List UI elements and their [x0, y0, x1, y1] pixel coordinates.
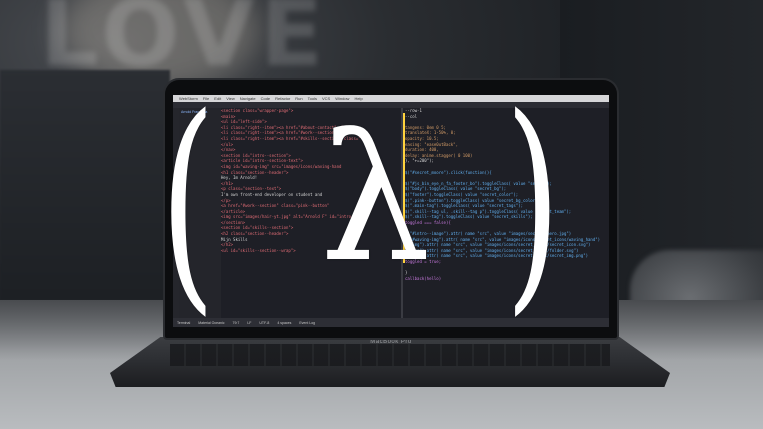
menubar-item[interactable]: Navigate	[240, 96, 256, 101]
status-item[interactable]: 79:7	[233, 321, 240, 325]
status-item[interactable]: LF	[247, 321, 251, 325]
status-item[interactable]: 4 spaces	[277, 321, 291, 325]
status-item[interactable]: Event Log	[299, 321, 315, 325]
menubar-item[interactable]: Refactor	[275, 96, 290, 101]
background-shelf	[0, 70, 170, 300]
menubar-item[interactable]: Code	[261, 96, 271, 101]
menubar-item[interactable]: Tools	[308, 96, 317, 101]
laptop-keyboard	[170, 344, 610, 366]
overlay-open-paren: (	[160, 69, 216, 336]
laptop-brand-label: MacBook Pro	[370, 339, 412, 345]
menubar-item[interactable]: View	[226, 96, 235, 101]
photo-scene: LOVE MacBook Pro WebStorm File Edit View Nav…	[0, 0, 763, 429]
overlay-close-paren: )	[505, 69, 561, 336]
menubar-item[interactable]: Run	[295, 96, 302, 101]
status-item[interactable]: UTF-8	[259, 321, 269, 325]
overlay-lambda-symbol: λ	[320, 98, 431, 301]
